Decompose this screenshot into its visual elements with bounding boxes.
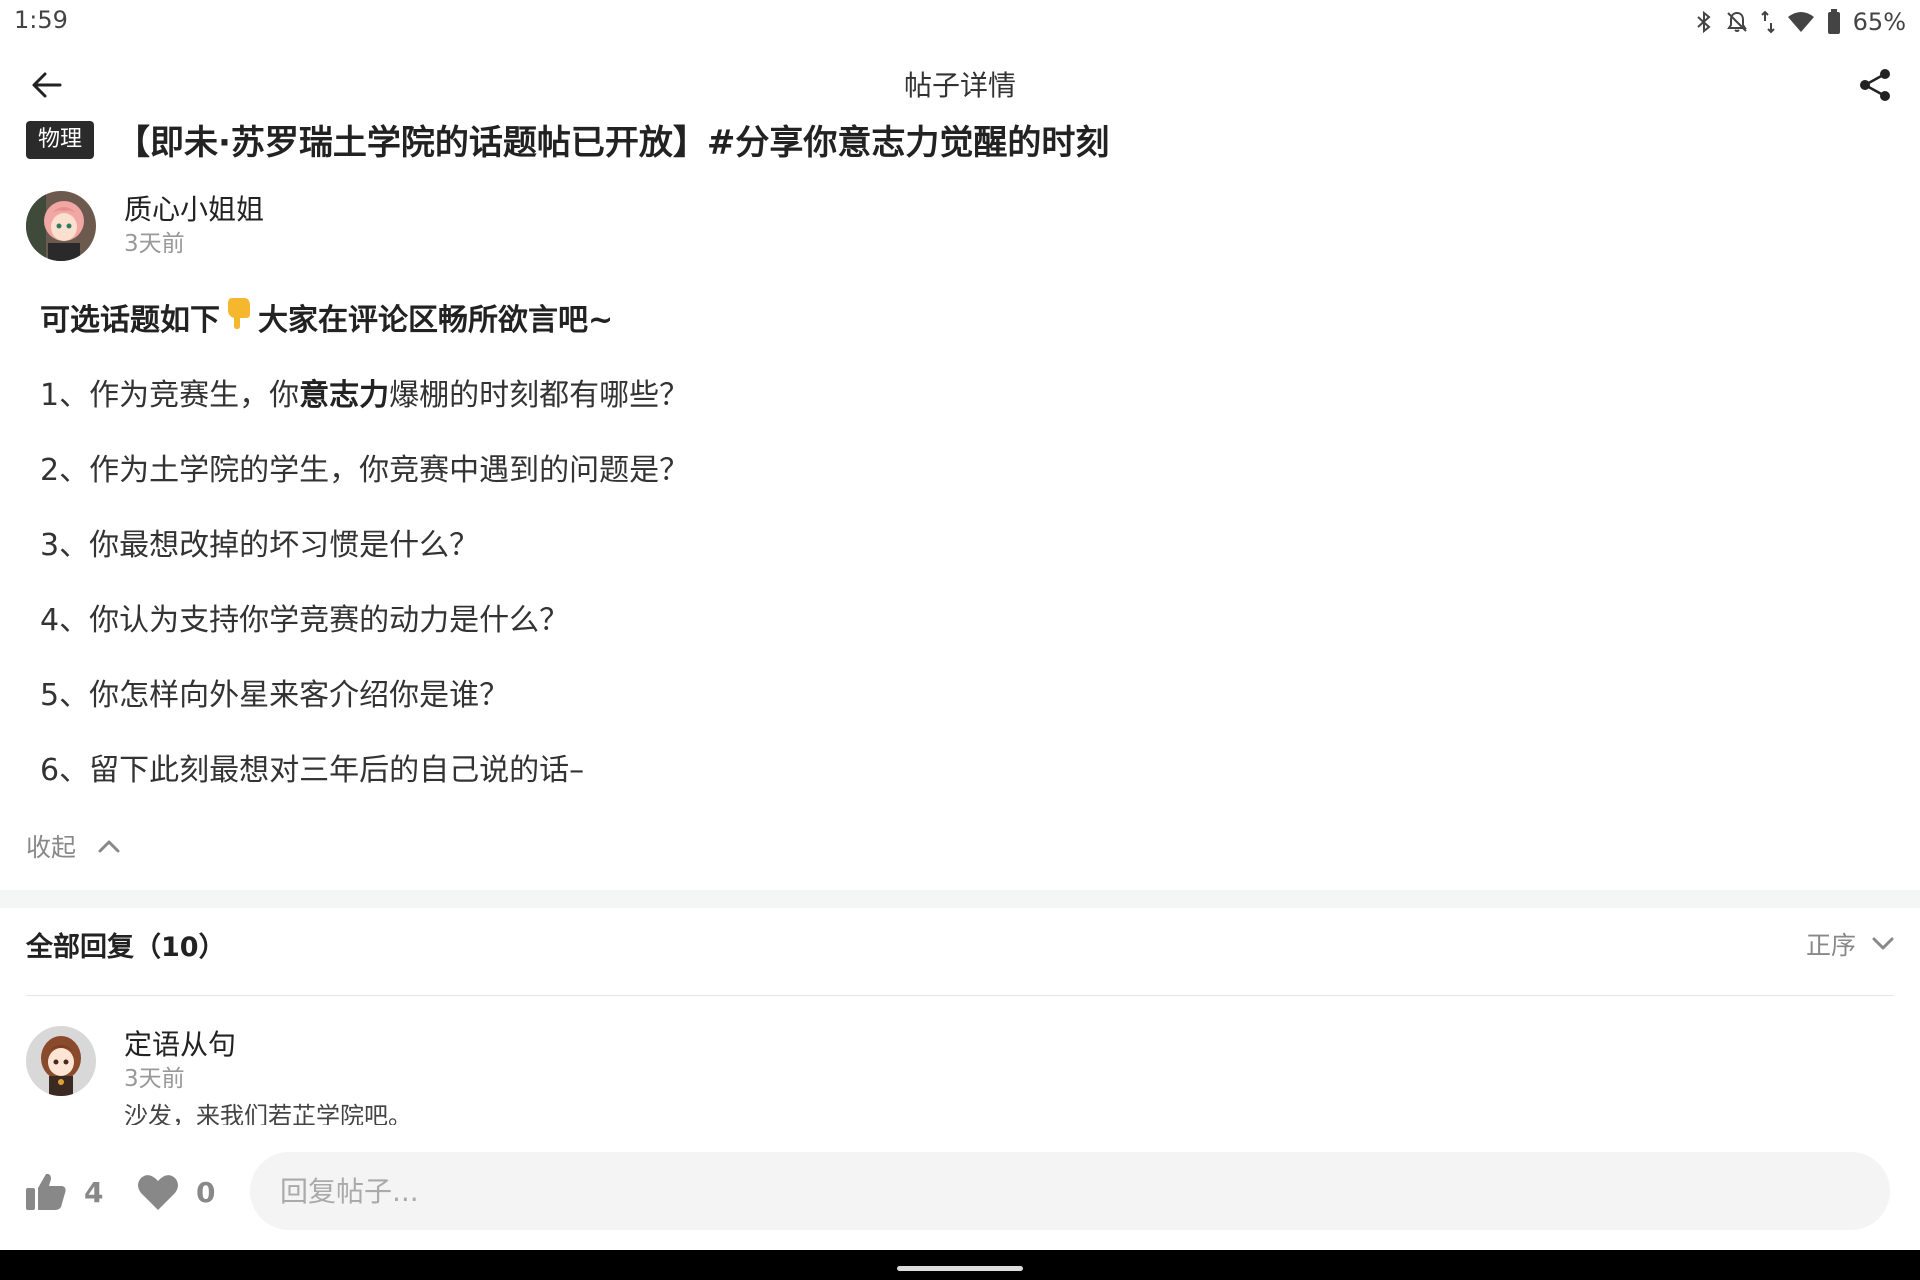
sort-dropdown[interactable]: 正序 bbox=[1806, 926, 1894, 962]
question-text: 5、你怎样向外星来客介绍你是谁？ bbox=[40, 678, 510, 713]
divider bbox=[26, 995, 1894, 996]
question-item: 4、你认为支持你学竞赛的动力是什么？ bbox=[40, 596, 1880, 646]
collapse-label: 收起 bbox=[26, 833, 77, 862]
data-arrows-icon bbox=[1760, 10, 1775, 34]
wifi-icon bbox=[1787, 10, 1815, 34]
question-item: 2、作为土学院的学生，你竞赛中遇到的问题是？ bbox=[40, 446, 1880, 496]
question-text: 6、留下此刻最想对三年后的自己说的话– bbox=[40, 753, 585, 788]
battery-percent: 65% bbox=[1852, 8, 1906, 36]
pointing-down-icon bbox=[224, 296, 254, 346]
question-bold-text: 意志力 bbox=[299, 378, 390, 413]
bluetooth-icon bbox=[1695, 10, 1713, 34]
reply-time: 3天前 bbox=[124, 1066, 185, 1092]
question-text-after: 爆棚的时刻都有哪些？ bbox=[389, 378, 690, 413]
reply-author-name[interactable]: 定语从句 bbox=[124, 1027, 236, 1063]
intro-text-after: 大家在评论区畅所欲言吧~ bbox=[258, 303, 614, 338]
share-button[interactable] bbox=[1850, 60, 1900, 110]
like-count: 4 bbox=[84, 1175, 104, 1209]
reply-text: 沙发，来我们若芷学院吧。 bbox=[124, 1102, 412, 1125]
thumbs-up-icon bbox=[26, 1173, 66, 1210]
reply-input[interactable] bbox=[250, 1152, 1890, 1230]
notifications-off-icon bbox=[1725, 10, 1749, 34]
status-time: 1:59 bbox=[14, 6, 68, 34]
app-bar: 帖子详情 bbox=[0, 50, 1920, 114]
question-text: 3、你最想改掉的坏习惯是什么？ bbox=[40, 528, 480, 563]
post-title: 【即未·苏罗瑞土学院的话题帖已开放】#分享你意志力觉醒的时刻 bbox=[116, 123, 1110, 163]
question-item: 5、你怎样向外星来客介绍你是谁？ bbox=[40, 671, 1880, 721]
question-item: 6、留下此刻最想对三年后的自己说的话– bbox=[40, 746, 1880, 796]
favorite-button[interactable]: 0 bbox=[136, 1164, 215, 1220]
post-body: 可选话题如下 大家在评论区畅所欲言吧~ 1、作为竞赛生，你意志力爆棚的时刻都有哪… bbox=[40, 296, 1880, 821]
system-navigation-bar bbox=[0, 1250, 1920, 1280]
post-author: 质心小姐姐 3天前 bbox=[26, 190, 264, 262]
section-divider bbox=[0, 890, 1920, 908]
question-item: 3、你最想改掉的坏习惯是什么？ bbox=[40, 521, 1880, 571]
status-icons: 65% bbox=[1695, 6, 1906, 38]
question-text: 1、作为竞赛生，你 bbox=[40, 378, 300, 413]
replies-title: 全部回复（10） bbox=[26, 931, 226, 963]
reply-item[interactable]: 定语从句 3天前 沙发，来我们若芷学院吧。 bbox=[26, 1025, 1894, 1125]
post-time: 3天前 bbox=[124, 231, 185, 257]
replies-header: 全部回复（10） 正序 bbox=[26, 920, 1894, 968]
post-title-row: 物理 【即未·苏罗瑞土学院的话题帖已开放】#分享你意志力觉醒的时刻 bbox=[26, 115, 1894, 164]
post-intro: 可选话题如下 大家在评论区畅所欲言吧~ bbox=[40, 296, 1880, 346]
bottom-action-bar: 4 0 bbox=[0, 1140, 1920, 1250]
question-item: 1、作为竞赛生，你意志力爆棚的时刻都有哪些？ bbox=[40, 371, 1880, 421]
sort-label: 正序 bbox=[1805, 931, 1856, 960]
question-text: 2、作为土学院的学生，你竞赛中遇到的问题是？ bbox=[40, 453, 690, 488]
chevron-down-icon bbox=[1872, 937, 1894, 950]
reply-head: 定语从句 3天前 bbox=[26, 1025, 1894, 1097]
question-text: 4、你认为支持你学竞赛的动力是什么？ bbox=[40, 603, 570, 638]
category-tag[interactable]: 物理 bbox=[26, 120, 95, 159]
collapse-button[interactable]: 收起 bbox=[26, 828, 120, 864]
intro-text-before: 可选话题如下 bbox=[40, 303, 220, 338]
like-button[interactable]: 4 bbox=[24, 1164, 103, 1220]
reply-avatar[interactable] bbox=[26, 1026, 96, 1096]
battery-icon bbox=[1827, 9, 1841, 35]
page-title: 帖子详情 bbox=[903, 69, 1016, 102]
favorite-count: 0 bbox=[196, 1175, 216, 1209]
post-detail-screen: 1:59 65% 帖子详情 物理 【即未·苏罗瑞土学院的话题帖已开放】#分享你意… bbox=[0, 0, 1920, 1280]
author-avatar[interactable] bbox=[26, 191, 96, 261]
heart-icon bbox=[138, 1175, 178, 1210]
author-name[interactable]: 质心小姐姐 bbox=[124, 192, 264, 228]
chevron-up-icon bbox=[98, 840, 120, 853]
status-bar: 1:59 65% bbox=[0, 0, 1920, 44]
author-meta: 质心小姐姐 3天前 bbox=[124, 192, 264, 260]
home-gesture-handle[interactable] bbox=[897, 1266, 1023, 1271]
share-icon bbox=[1860, 69, 1890, 101]
reply-meta: 定语从句 3天前 bbox=[124, 1027, 236, 1095]
